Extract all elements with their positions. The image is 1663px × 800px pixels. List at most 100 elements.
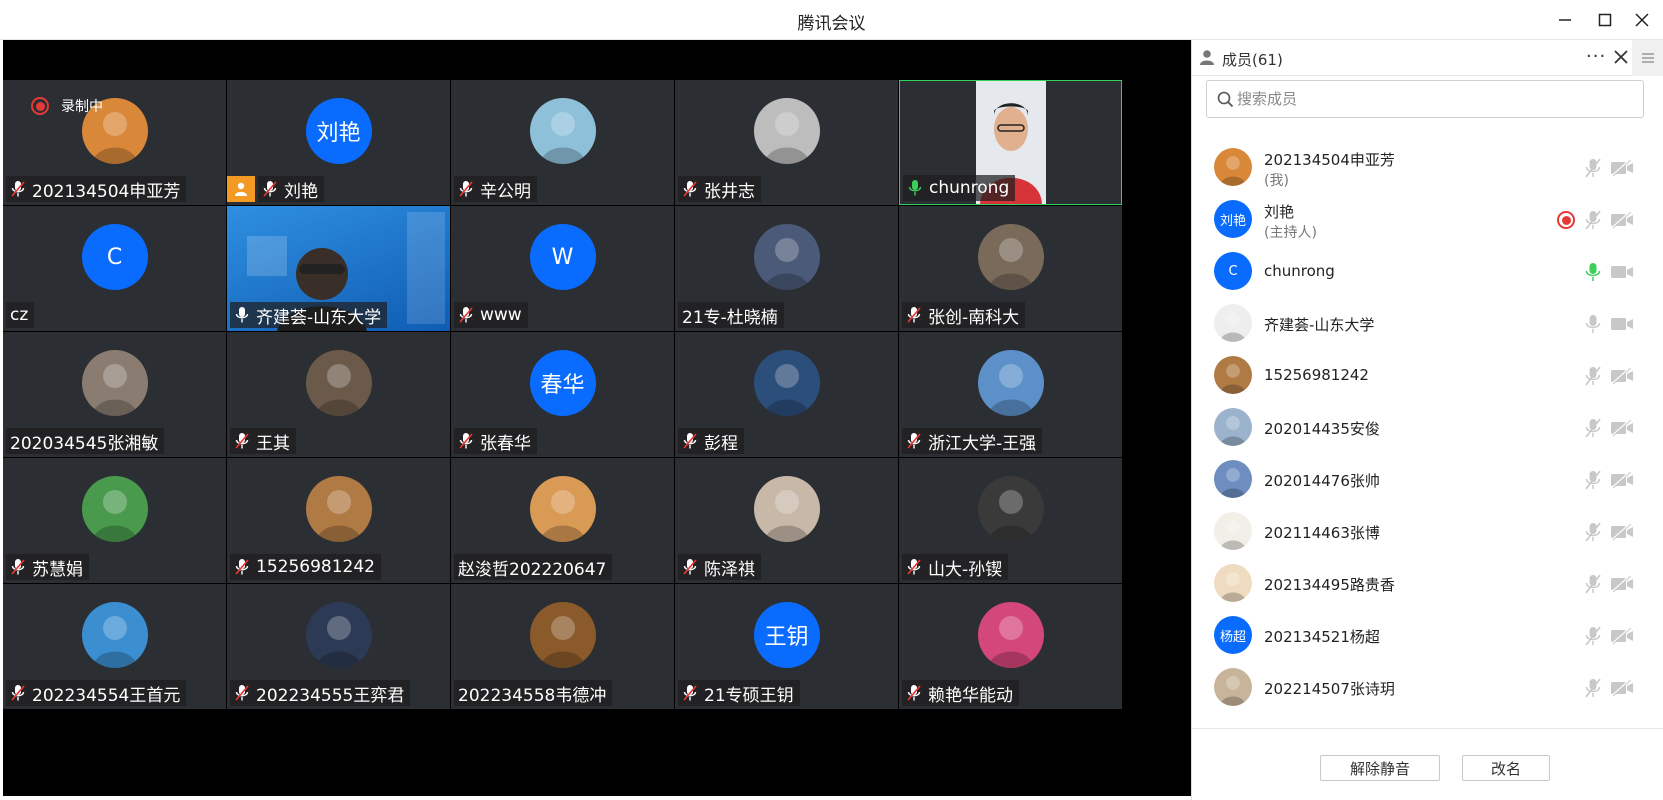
avatar-photo [305, 602, 372, 668]
mic-muted-icon[interactable] [1583, 677, 1603, 699]
mic-muted-icon[interactable] [1583, 625, 1603, 647]
participant-nameplate: 辛公明 [454, 176, 537, 202]
avatar-photo [81, 350, 148, 416]
member-name: 齐建荟-山东大学 [1264, 316, 1375, 334]
member-name: 202134504申亚芳 [1264, 151, 1395, 169]
close-panel-icon[interactable] [1612, 48, 1630, 66]
member-row[interactable]: 刘艳 刘艳 (主持人) [1192, 192, 1663, 247]
mic-muted-icon[interactable] [1583, 521, 1603, 543]
member-row[interactable]: 202214507张诗玥 [1192, 660, 1663, 715]
video-tile[interactable]: 苏慧娟 [3, 458, 226, 583]
video-tile[interactable]: 202234555王弈君 [227, 584, 450, 709]
video-tile[interactable]: 202234558韦德冲 [451, 584, 674, 709]
video-tile[interactable]: 赖艳华能动 [899, 584, 1122, 709]
video-tile[interactable]: 彭程 [675, 332, 898, 457]
camera-off-icon[interactable] [1610, 575, 1634, 593]
mic-muted-icon [11, 685, 25, 701]
video-tile[interactable]: 刘艳 刘艳 [227, 80, 450, 205]
member-row[interactable]: 杨超 202134521杨超 [1192, 608, 1663, 663]
video-tile[interactable]: 15256981242 [227, 458, 450, 583]
participant-name: 202234558韦德冲 [458, 685, 607, 706]
avatar-photo [977, 350, 1044, 416]
member-avatar-photo [1214, 408, 1252, 446]
member-name: 15256981242 [1264, 366, 1369, 384]
participant-name: 王其 [256, 433, 290, 454]
video-tile[interactable]: 王钥 21专硕王钥 [675, 584, 898, 709]
member-name: 刘艳 [1264, 203, 1295, 221]
video-tile[interactable]: Ccz [3, 206, 226, 331]
member-search-input[interactable] [1237, 87, 1627, 111]
mic-muted-icon[interactable] [1583, 365, 1603, 387]
mic-muted-icon [683, 433, 697, 449]
camera-off-icon[interactable] [1610, 211, 1634, 229]
camera-off-icon[interactable] [1610, 471, 1634, 489]
camera-icon[interactable] [1610, 315, 1634, 333]
video-tile[interactable]: 赵浚哲202220647 [451, 458, 674, 583]
video-tile[interactable]: 张创-南科大 [899, 206, 1122, 331]
video-tile[interactable]: Wwww [451, 206, 674, 331]
unmute-button[interactable]: 解除静音 [1320, 755, 1440, 781]
video-tile[interactable]: 齐建荟-山东大学 [227, 206, 450, 331]
member-name: 202014476张帅 [1264, 472, 1380, 490]
video-tile[interactable]: 王其 [227, 332, 450, 457]
participant-name: 15256981242 [256, 557, 375, 577]
mic-muted-icon[interactable] [1583, 209, 1603, 231]
camera-off-icon[interactable] [1610, 679, 1634, 697]
member-row[interactable]: 202014476张帅 [1192, 452, 1663, 507]
panel-menu-button[interactable] [1632, 40, 1663, 76]
video-tile[interactable]: 202034545张湘敏 [3, 332, 226, 457]
member-row[interactable]: 202014435安俊 [1192, 400, 1663, 455]
participant-nameplate: 山大-孙锲 [902, 554, 1009, 580]
mic-muted-icon[interactable] [1583, 573, 1603, 595]
video-tile[interactable]: 浙江大学-王强 [899, 332, 1122, 457]
members-panel: 成员(61) ··· 202134504申亚芳 (我) 刘艳刘艳 (主持人) Cchun… [1191, 40, 1663, 800]
minimize-button[interactable] [1550, 6, 1580, 34]
camera-off-icon[interactable] [1610, 523, 1634, 541]
rename-button[interactable]: 改名 [1462, 755, 1550, 781]
camera-off-icon[interactable] [1610, 367, 1634, 385]
search-icon [1217, 91, 1234, 108]
participant-name: 陈泽祺 [704, 559, 755, 580]
more-options-button[interactable]: ··· [1586, 46, 1606, 67]
participant-name: 21专硕王钥 [704, 685, 794, 706]
camera-off-icon[interactable] [1610, 159, 1634, 177]
member-name: 202214507张诗玥 [1264, 680, 1395, 698]
video-tile[interactable]: 春华 张春华 [451, 332, 674, 457]
participant-nameplate: 陈泽祺 [678, 554, 761, 580]
video-tile[interactable]: 202234554王首元 [3, 584, 226, 709]
member-row[interactable]: 齐建荟-山东大学 [1192, 296, 1663, 351]
video-tile[interactable]: 21专-杜晓楠 [675, 206, 898, 331]
participant-nameplate: www [454, 302, 528, 328]
title-bar: 腾讯会议 [0, 0, 1663, 40]
camera-icon[interactable] [1610, 263, 1634, 281]
mic-muted-icon[interactable] [1583, 469, 1603, 491]
member-row[interactable]: 202134504申亚芳 (我) [1192, 140, 1663, 195]
camera-off-icon[interactable] [1610, 419, 1634, 437]
video-tile[interactable]: 辛公明 [451, 80, 674, 205]
member-row[interactable]: 202134495路贵香 [1192, 556, 1663, 611]
video-tile[interactable]: 山大-孙锲 [899, 458, 1122, 583]
mic-muted-icon[interactable] [1583, 157, 1603, 179]
member-name: 202014435安俊 [1264, 420, 1380, 438]
mic-icon[interactable] [1583, 313, 1603, 335]
member-row[interactable]: Cchunrong [1192, 244, 1663, 299]
member-row[interactable]: 202114463张博 [1192, 504, 1663, 559]
video-tile[interactable]: 陈泽祺 [675, 458, 898, 583]
close-window-button[interactable] [1627, 6, 1657, 34]
participant-nameplate: 21专-杜晓楠 [678, 302, 784, 328]
avatar-photo [753, 476, 820, 542]
maximize-button[interactable] [1590, 6, 1620, 34]
mic-icon[interactable] [1583, 261, 1603, 283]
avatar-photo [81, 476, 148, 542]
participant-nameplate: 张春华 [454, 428, 537, 454]
participant-nameplate: 赖艳华能动 [902, 680, 1019, 706]
video-tile[interactable]: chunrong [899, 80, 1122, 205]
video-tile[interactable]: 张井志 [675, 80, 898, 205]
avatar-photo [529, 602, 596, 668]
camera-off-icon[interactable] [1610, 627, 1634, 645]
participant-name: 张春华 [480, 433, 531, 454]
member-row[interactable]: 15256981242 [1192, 348, 1663, 403]
participant-name: 辛公明 [480, 181, 531, 202]
member-role: (我) [1264, 173, 1289, 189]
mic-muted-icon[interactable] [1583, 417, 1603, 439]
